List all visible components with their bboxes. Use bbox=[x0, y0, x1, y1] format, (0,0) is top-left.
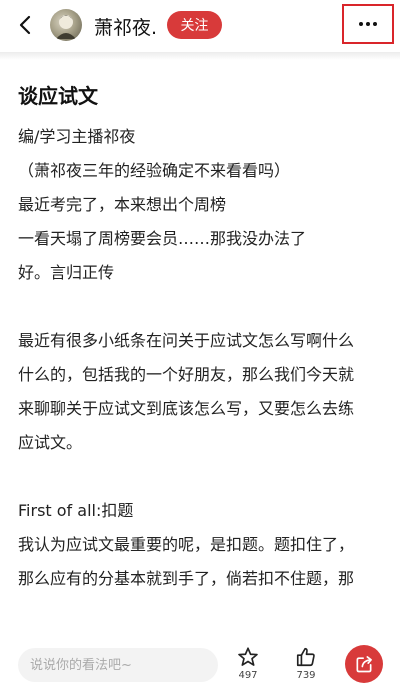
paragraph-line: 我认为应试文最重要的呢，是扣题。题扣住了， bbox=[18, 535, 355, 554]
avatar[interactable] bbox=[50, 9, 82, 41]
article-body: 谈应试文 编/学习主播祁夜 （萧祁夜三年的经验确定不来看看吗） 最近考完了，本来… bbox=[18, 82, 390, 596]
follow-button[interactable]: 关注 bbox=[167, 11, 222, 39]
more-dots-icon bbox=[359, 22, 363, 26]
thumbs-up-icon bbox=[296, 647, 315, 667]
back-arrow-icon bbox=[19, 15, 31, 35]
paragraph-line: 那么应有的分基本就到手了，倘若扣不住题，那 bbox=[18, 569, 355, 588]
more-options-button[interactable] bbox=[342, 4, 394, 44]
favorite-button[interactable]: 497 bbox=[228, 646, 268, 690]
more-dot bbox=[366, 22, 370, 26]
share-icon bbox=[356, 656, 372, 673]
paragraph-line: 编/学习主播祁夜 bbox=[18, 127, 136, 146]
paragraph-line: 来聊聊关于应试文到底该怎么写，又要怎么去练 bbox=[18, 399, 355, 418]
bottom-action-bar: 497 739 bbox=[0, 632, 400, 692]
paragraph-line: 应试文。 bbox=[18, 433, 83, 452]
header-divider bbox=[0, 52, 400, 60]
paragraph-line: 什么的，包括我的一个好朋友，那么我们今天就 bbox=[18, 365, 355, 384]
like-button[interactable]: 739 bbox=[286, 646, 326, 690]
author-name[interactable]: 萧祁夜. bbox=[94, 13, 157, 40]
paragraph-line: （萧祁夜三年的经验确定不来看看吗） bbox=[18, 161, 291, 180]
paragraph-line: 好。言归正传 bbox=[18, 263, 115, 282]
share-button[interactable] bbox=[345, 645, 383, 683]
paragraph-line: 一看天塌了周榜要会员……那我没办法了 bbox=[18, 229, 307, 248]
paragraph-line: 最近有很多小纸条在问关于应试文怎么写啊什么 bbox=[18, 331, 355, 350]
top-header: 萧祁夜. 关注 bbox=[0, 0, 400, 52]
favorite-count: 497 bbox=[238, 670, 258, 681]
more-dot bbox=[373, 22, 377, 26]
article-title: 谈应试文 bbox=[18, 84, 98, 108]
back-button[interactable] bbox=[12, 12, 38, 38]
paragraph-line: 最近考完了，本来想出个周榜 bbox=[18, 195, 227, 214]
like-count: 739 bbox=[296, 670, 316, 681]
star-icon bbox=[238, 647, 258, 666]
comment-input[interactable] bbox=[18, 648, 218, 682]
section-heading: First of all:扣题 bbox=[18, 501, 134, 520]
